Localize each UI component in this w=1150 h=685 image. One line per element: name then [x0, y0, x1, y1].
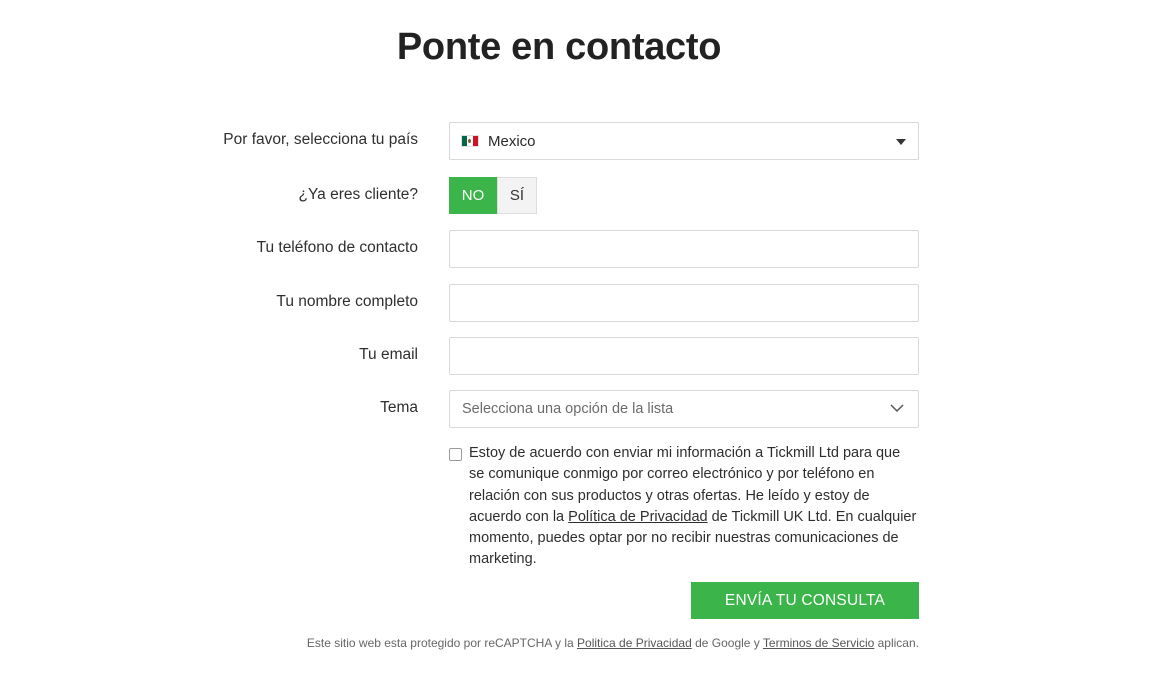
- submit-button[interactable]: ENVÍA TU CONSULTA: [691, 582, 919, 619]
- privacy-policy-link[interactable]: Política de Privacidad: [568, 509, 707, 525]
- footer-text-1: Este sitio web esta protegido por reCAPT…: [306, 636, 578, 650]
- topic-placeholder: Selecciona una opción de la lista: [462, 401, 674, 417]
- name-label: Tu nombre completo: [276, 293, 418, 310]
- email-label: Tu email: [359, 346, 418, 363]
- country-label: Por favor, selecciona tu país: [223, 131, 418, 148]
- phone-label: Tu teléfono de contacto: [256, 239, 418, 256]
- footer-text-2: de Google y: [691, 636, 763, 650]
- topic-label: Tema: [380, 399, 418, 416]
- country-value: Mexico: [488, 132, 536, 150]
- google-privacy-link[interactable]: Politica de Privacidad: [577, 636, 692, 650]
- recaptcha-notice: Este sitio web esta protegido por reCAPT…: [307, 636, 919, 650]
- name-input[interactable]: [449, 284, 919, 322]
- client-yes-button[interactable]: SÍ: [497, 177, 537, 214]
- topic-select[interactable]: Selecciona una opción de la lista: [449, 390, 919, 428]
- google-terms-link[interactable]: Terminos de Servicio: [763, 636, 874, 650]
- footer-text-3: aplican.: [874, 636, 919, 650]
- email-input[interactable]: [449, 337, 919, 375]
- client-label: ¿Ya eres cliente?: [298, 186, 418, 203]
- chevron-down-icon: [890, 404, 904, 413]
- consent-block: Estoy de acuerdo con enviar mi informaci…: [449, 443, 919, 571]
- consent-checkbox[interactable]: [449, 448, 462, 461]
- phone-input[interactable]: [449, 230, 919, 268]
- client-toggle: NO SÍ: [449, 177, 537, 214]
- client-no-button[interactable]: NO: [449, 177, 497, 214]
- country-select[interactable]: Mexico: [449, 122, 919, 160]
- caret-down-icon: [896, 139, 906, 145]
- page-title: Ponte en contacto: [396, 26, 722, 68]
- consent-text: Estoy de acuerdo con enviar mi informaci…: [469, 443, 919, 571]
- mexico-flag-icon: [461, 135, 479, 147]
